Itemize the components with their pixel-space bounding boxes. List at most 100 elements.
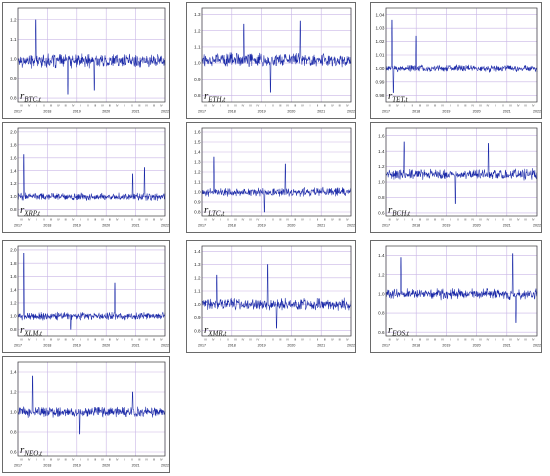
y-tick-label: 1.1: [194, 180, 201, 185]
quarter-tick-label: IV: [487, 338, 490, 342]
y-tick-label: 1.4: [10, 287, 17, 292]
quarter-tick-label: IV: [487, 218, 490, 222]
quarter-tick-label: IV: [396, 104, 399, 108]
quarter-tick-label: IV: [441, 218, 444, 222]
x-tick-label: 2017: [198, 224, 206, 228]
x-tick-label: 2017: [198, 344, 206, 348]
y-tick-label: 0.8: [194, 328, 201, 333]
quarter-tick-label: III: [525, 104, 528, 108]
quarter-tick-label: II: [227, 338, 229, 342]
quarter-tick-label: I: [124, 104, 125, 108]
quarter-tick-label: II: [502, 104, 504, 108]
x-tick-label: 2017: [14, 344, 22, 348]
x-tick-label: 2017: [382, 344, 390, 348]
chart-xrp: 2.0 1.8 1.6 1.4 1.2 1.0 0.8 2017 2018 2019 2020 202…: [10, 127, 169, 228]
x-tick-label: 2018: [228, 110, 236, 114]
y-tick-label: 0.99: [376, 79, 385, 84]
x-tick-label: 2019: [73, 344, 81, 348]
quarter-tick-label: III: [109, 104, 112, 108]
y-tick-label: 0.9: [194, 315, 201, 320]
y-tick-label: 1.8: [10, 261, 17, 266]
quarter-tick-label: IV: [160, 218, 163, 222]
x-tick-label: 2021: [317, 224, 325, 228]
quarter-tick-label: IV: [532, 104, 535, 108]
y-tick-label: 0.9: [10, 76, 17, 81]
y-tick-label: 1.0: [10, 194, 17, 199]
quarter-tick-label: IV: [331, 338, 334, 342]
chart-eth: 1.3 1.2 1.1 1.0 0.9 0.8 2017 2018 2019 2020 2021 20…: [194, 7, 355, 114]
quarter-tick-label: III: [279, 104, 282, 108]
quarter-tick-label: IV: [517, 104, 520, 108]
quarter-tick-label: IV: [242, 104, 245, 108]
quarter-tick-label: II: [502, 218, 504, 222]
quarter-tick-label: III: [479, 218, 482, 222]
x-tick-label: 2018: [43, 110, 51, 114]
quarter-tick-label: II: [457, 218, 459, 222]
quarter-tick-label: IV: [101, 104, 104, 108]
y-tick-label: 1.4: [10, 370, 17, 375]
x-tick-label: 2021: [503, 110, 511, 114]
quarter-tick-label: II: [457, 104, 459, 108]
chart-panel-neo: 1.4 1.2 1.0 0.8 0.6 2017 2018 2019 2020 2021 2022 I…: [2, 356, 170, 473]
quarter-tick-label: IV: [242, 218, 245, 222]
quarter-tick-label: III: [509, 218, 512, 222]
y-tick-label: 1.02: [376, 39, 385, 44]
quarter-tick-label: III: [324, 218, 327, 222]
quarter-tick-label: II: [272, 218, 274, 222]
quarter-tick-label: III: [153, 458, 156, 462]
quarter-tick-label: III: [50, 104, 53, 108]
x-tick-label: 2018: [43, 224, 51, 228]
x-tick-label: 2022: [161, 344, 169, 348]
quarter-tick-label: I: [404, 218, 405, 222]
quarter-tick-label: II: [87, 218, 89, 222]
y-tick-label: 1.5: [194, 140, 201, 145]
y-tick-label: 1.03: [376, 26, 385, 31]
x-tick-label: 2018: [412, 110, 420, 114]
x-tick-label: 2022: [161, 224, 169, 228]
chart-eos: 1.4 1.2 1.0 0.8 0.6 2017 2018 2019 2020 2021 2022 I…: [378, 245, 541, 348]
chart-xlm: 2.0 1.8 1.6 1.4 1.2 1.0 0.8 2017 2018 2019 2020 202…: [10, 245, 169, 348]
quarter-tick-label: III: [294, 104, 297, 108]
quarter-tick-label: IV: [396, 338, 399, 342]
quarter-tick-label: III: [509, 338, 512, 342]
y-tick-label: 0.6: [10, 450, 17, 455]
y-tick-label: 0.8: [194, 93, 201, 98]
quarter-tick-label: I: [124, 338, 125, 342]
quarter-tick-label: IV: [426, 104, 429, 108]
chart-panel-tet: 1.04 1.03 1.02 1.01 1.00 0.99 0.98 2017 2018 2019…: [370, 2, 542, 119]
quarter-tick-label: IV: [212, 218, 215, 222]
quarter-tick-label: IV: [72, 104, 75, 108]
quarter-tick-label: IV: [101, 338, 104, 342]
quarter-tick-label: III: [339, 218, 342, 222]
x-tick-label: 2020: [102, 224, 110, 228]
chart-panel-xrp: 2.0 1.8 1.6 1.4 1.2 1.0 0.8 2017 2018 2019 2020 202…: [2, 122, 170, 233]
y-tick-label: 0.8: [194, 210, 201, 215]
y-tick-label: 0.8: [10, 207, 17, 212]
quarter-tick-label: IV: [286, 218, 289, 222]
x-tick-label: 2018: [412, 344, 420, 348]
quarter-tick-label: III: [389, 104, 392, 108]
y-tick-label: 1.1: [194, 44, 201, 49]
quarter-tick-label: III: [65, 218, 68, 222]
x-tick-label: 2019: [258, 110, 266, 114]
series-label-sub: TET,t: [392, 96, 408, 104]
quarter-tick-label: III: [65, 104, 68, 108]
quarter-tick-label: IV: [487, 104, 490, 108]
y-tick-label: 0.6: [378, 330, 385, 335]
y-tick-label: 1.0: [194, 190, 201, 195]
quarter-tick-label: IV: [116, 104, 119, 108]
quarter-tick-label: III: [94, 218, 97, 222]
chart-btc: 1.2 1.1 1.0 0.9 0.8 2017 2018 2019 2020 2021 2022 I…: [10, 7, 169, 114]
quarter-tick-label: I: [124, 218, 125, 222]
y-tick-label: 1.0: [10, 410, 17, 415]
y-tick-label: 1.0: [378, 180, 385, 185]
quarter-tick-label: III: [419, 338, 422, 342]
quarter-tick-label: I: [265, 338, 266, 342]
quarter-tick-label: III: [249, 218, 252, 222]
quarter-tick-label: I: [450, 104, 451, 108]
quarter-tick-label: III: [234, 104, 237, 108]
x-tick-label: 2020: [287, 224, 295, 228]
x-tick-label: 2020: [102, 344, 110, 348]
quarter-tick-label: I: [220, 218, 221, 222]
x-tick-label: 2018: [43, 464, 51, 468]
